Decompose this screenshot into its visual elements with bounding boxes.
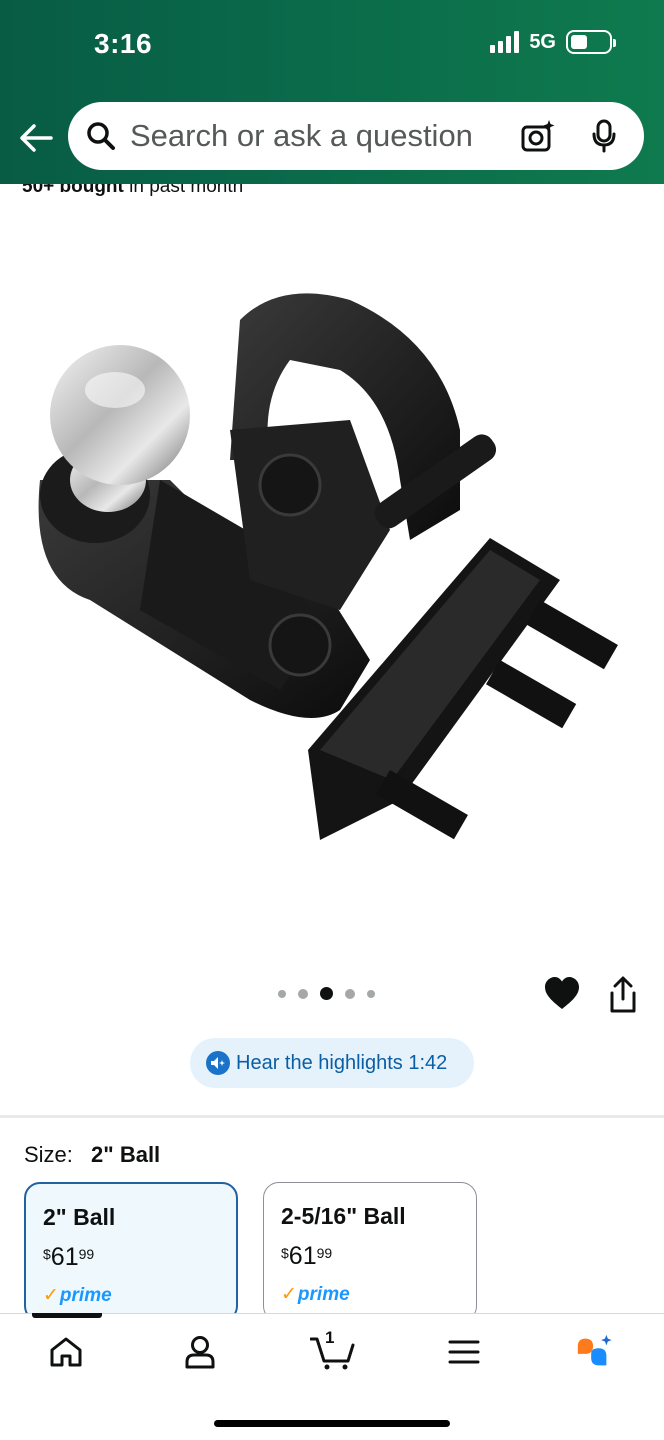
camera-sparkle-icon	[521, 120, 555, 152]
search-input[interactable]: Search or ask a question	[68, 102, 644, 170]
nav-rufus-assistant[interactable]	[574, 1332, 614, 1372]
share-icon[interactable]	[606, 976, 640, 1014]
size-option-2-ball[interactable]: 2" Ball $ 61 99 ✓ prime	[24, 1182, 238, 1322]
hear-highlights-label: Hear the highlights 1:42	[236, 1051, 448, 1074]
voice-search-button[interactable]	[582, 114, 626, 158]
prime-check-icon: ✓	[43, 1285, 59, 1306]
prime-check-icon: ✓	[281, 1284, 297, 1305]
prime-label: prime	[297, 1283, 350, 1305]
camera-search-button[interactable]	[516, 114, 560, 158]
size-option-name: 2" Ball	[43, 1204, 116, 1230]
search-icon	[87, 122, 115, 150]
size-option-price: $ 61 99	[43, 1243, 236, 1272]
carousel-dot[interactable]	[298, 988, 308, 999]
size-selector-label: Size: 2" Ball	[24, 1142, 160, 1168]
rufus-assistant-icon	[577, 1334, 612, 1366]
status-time: 3:16	[94, 28, 153, 59]
prime-badge: ✓ prime	[281, 1283, 476, 1306]
signal-icon	[490, 31, 520, 53]
size-selected-value: 2" Ball	[91, 1142, 161, 1167]
product-image[interactable]	[20, 280, 640, 880]
nav-cart[interactable]: 1	[310, 1328, 356, 1372]
section-divider	[0, 1115, 664, 1118]
nav-account[interactable]	[180, 1332, 220, 1372]
price-currency: $	[43, 1246, 51, 1262]
status-icons: 5G	[490, 30, 616, 54]
nav-menu[interactable]	[444, 1332, 484, 1372]
home-indicator	[214, 1420, 450, 1427]
price-fraction: 99	[78, 1246, 95, 1262]
prime-label: prime	[59, 1284, 112, 1306]
image-carousel-dots[interactable]	[278, 987, 375, 1000]
cart-count: 1	[325, 1328, 335, 1347]
network-label: 5G	[529, 30, 556, 53]
heart-icon[interactable]	[544, 976, 580, 1012]
header: 3:16 5G Search or ask a question	[0, 0, 664, 184]
nav-home[interactable]	[46, 1332, 86, 1372]
price-whole: 61	[50, 1243, 79, 1271]
carousel-dot-active[interactable]	[320, 987, 333, 1000]
carousel-dot[interactable]	[367, 989, 375, 998]
person-icon	[185, 1336, 215, 1369]
hear-highlights-button[interactable]: Hear the highlights 1:42	[190, 1038, 474, 1088]
nav-active-indicator	[32, 1313, 102, 1318]
arrow-left-icon	[20, 124, 53, 152]
carousel-dot[interactable]	[278, 989, 286, 998]
price-whole: 61	[288, 1242, 317, 1270]
microphone-icon	[592, 119, 616, 153]
speaker-sparkle-icon	[206, 1051, 230, 1075]
back-button[interactable]	[16, 118, 56, 158]
size-option-2-5-16-ball[interactable]: 2-5/16" Ball $ 61 99 ✓ prime	[263, 1182, 477, 1322]
battery-icon	[566, 30, 616, 54]
price-fraction: 99	[316, 1245, 333, 1261]
home-icon	[50, 1337, 82, 1367]
prime-badge: ✓ prime	[43, 1284, 236, 1307]
size-option-price: $ 61 99	[281, 1242, 476, 1271]
size-label: Size:	[24, 1142, 73, 1167]
search-placeholder: Search or ask a question	[130, 118, 473, 153]
price-currency: $	[281, 1245, 289, 1261]
carousel-dot[interactable]	[345, 988, 355, 999]
size-option-name: 2-5/16" Ball	[281, 1203, 406, 1229]
hamburger-menu-icon	[448, 1340, 480, 1364]
